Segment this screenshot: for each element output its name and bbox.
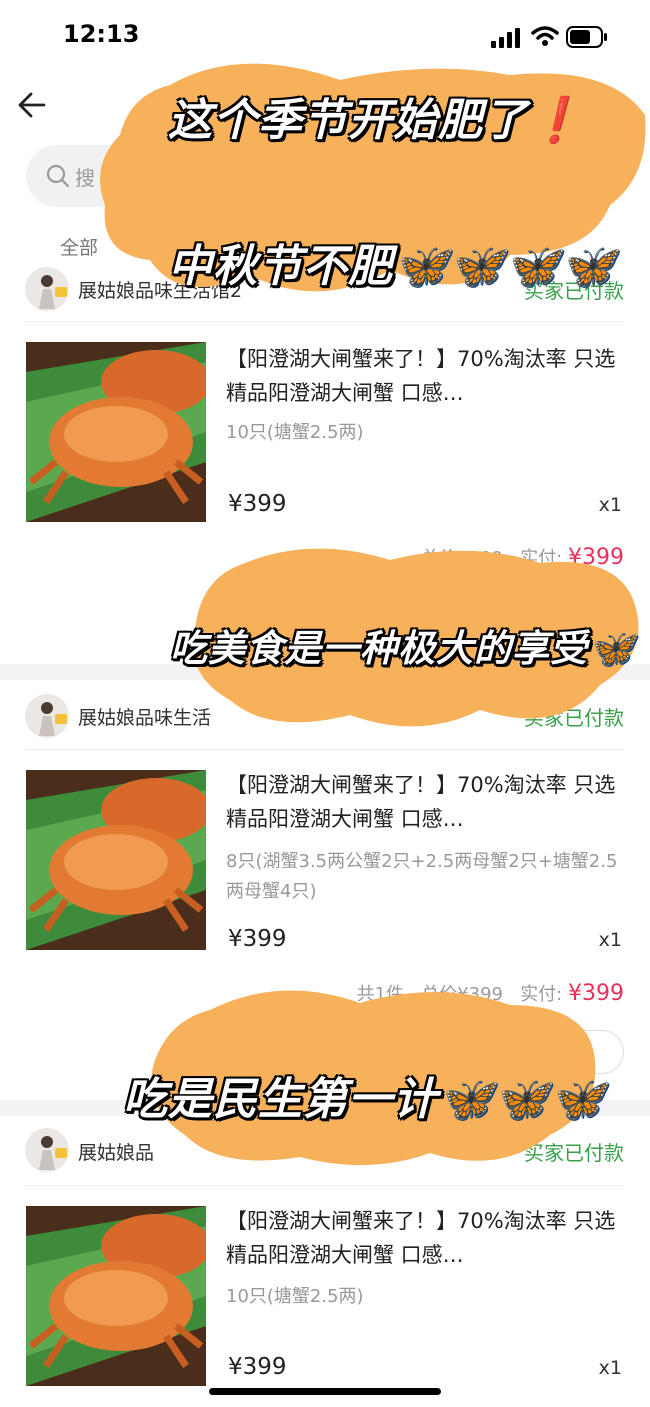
overlay-caption: 吃是民生第一计🦋🦋🦋 <box>123 1074 606 1125</box>
exclamation-icon: ❗ <box>528 95 584 146</box>
signal-icon <box>491 28 520 48</box>
product-title[interactable]: 【阳澄湖大闸蟹来了！】70%淘汰率 只选精品阳澄湖大闸蟹 口感… <box>226 768 622 836</box>
wifi-icon <box>531 26 559 46</box>
shop-avatar <box>25 694 69 738</box>
home-indicator[interactable] <box>209 1388 441 1395</box>
shop-avatar <box>25 1128 69 1172</box>
product-title[interactable]: 【阳澄湖大闸蟹来了！】70%淘汰率 只选精品阳澄湖大闸蟹 口感… <box>226 342 622 410</box>
product-image[interactable] <box>26 1206 206 1386</box>
divider <box>25 749 625 750</box>
overlay-caption: 中秋节不肥🦋🦋🦋🦋 <box>168 241 617 292</box>
product-sku: 10只(塘蟹2.5两) <box>226 1286 364 1307</box>
butterfly-icon: 🦋🦋🦋 <box>438 1074 606 1125</box>
overlay-caption: 吃美食是一种极大的享受🦋 <box>170 627 636 670</box>
product-title[interactable]: 【阳澄湖大闸蟹来了！】70%淘汰率 只选精品阳澄湖大闸蟹 口感… <box>226 1204 622 1272</box>
search-icon <box>46 164 70 188</box>
back-arrow-icon[interactable] <box>16 89 48 121</box>
product-sku: 10只(塘蟹2.5两) <box>226 422 364 443</box>
divider <box>25 321 625 322</box>
product-sku: 8只(湖蟹3.5两公蟹2只+2.5两母蟹2只+塘蟹2.5两母蟹4只) <box>226 851 618 902</box>
product-image[interactable] <box>26 342 206 522</box>
product-qty: x1 <box>598 1357 622 1379</box>
product-qty: x1 <box>598 929 622 951</box>
product-image[interactable] <box>26 770 206 950</box>
product-price: ¥399 <box>228 1354 287 1380</box>
butterfly-icon: 🦋🦋🦋🦋 <box>393 241 617 292</box>
product-qty: x1 <box>598 494 622 516</box>
shop-avatar <box>25 267 69 311</box>
battery-icon <box>566 26 607 48</box>
divider <box>25 1185 625 1186</box>
status-time: 12:13 <box>63 20 140 48</box>
butterfly-icon: 🦋 <box>588 627 636 670</box>
product-price: ¥399 <box>228 491 287 517</box>
product-price: ¥399 <box>228 926 287 952</box>
overlay-caption: 这个季节开始肥了❗ <box>168 95 584 146</box>
